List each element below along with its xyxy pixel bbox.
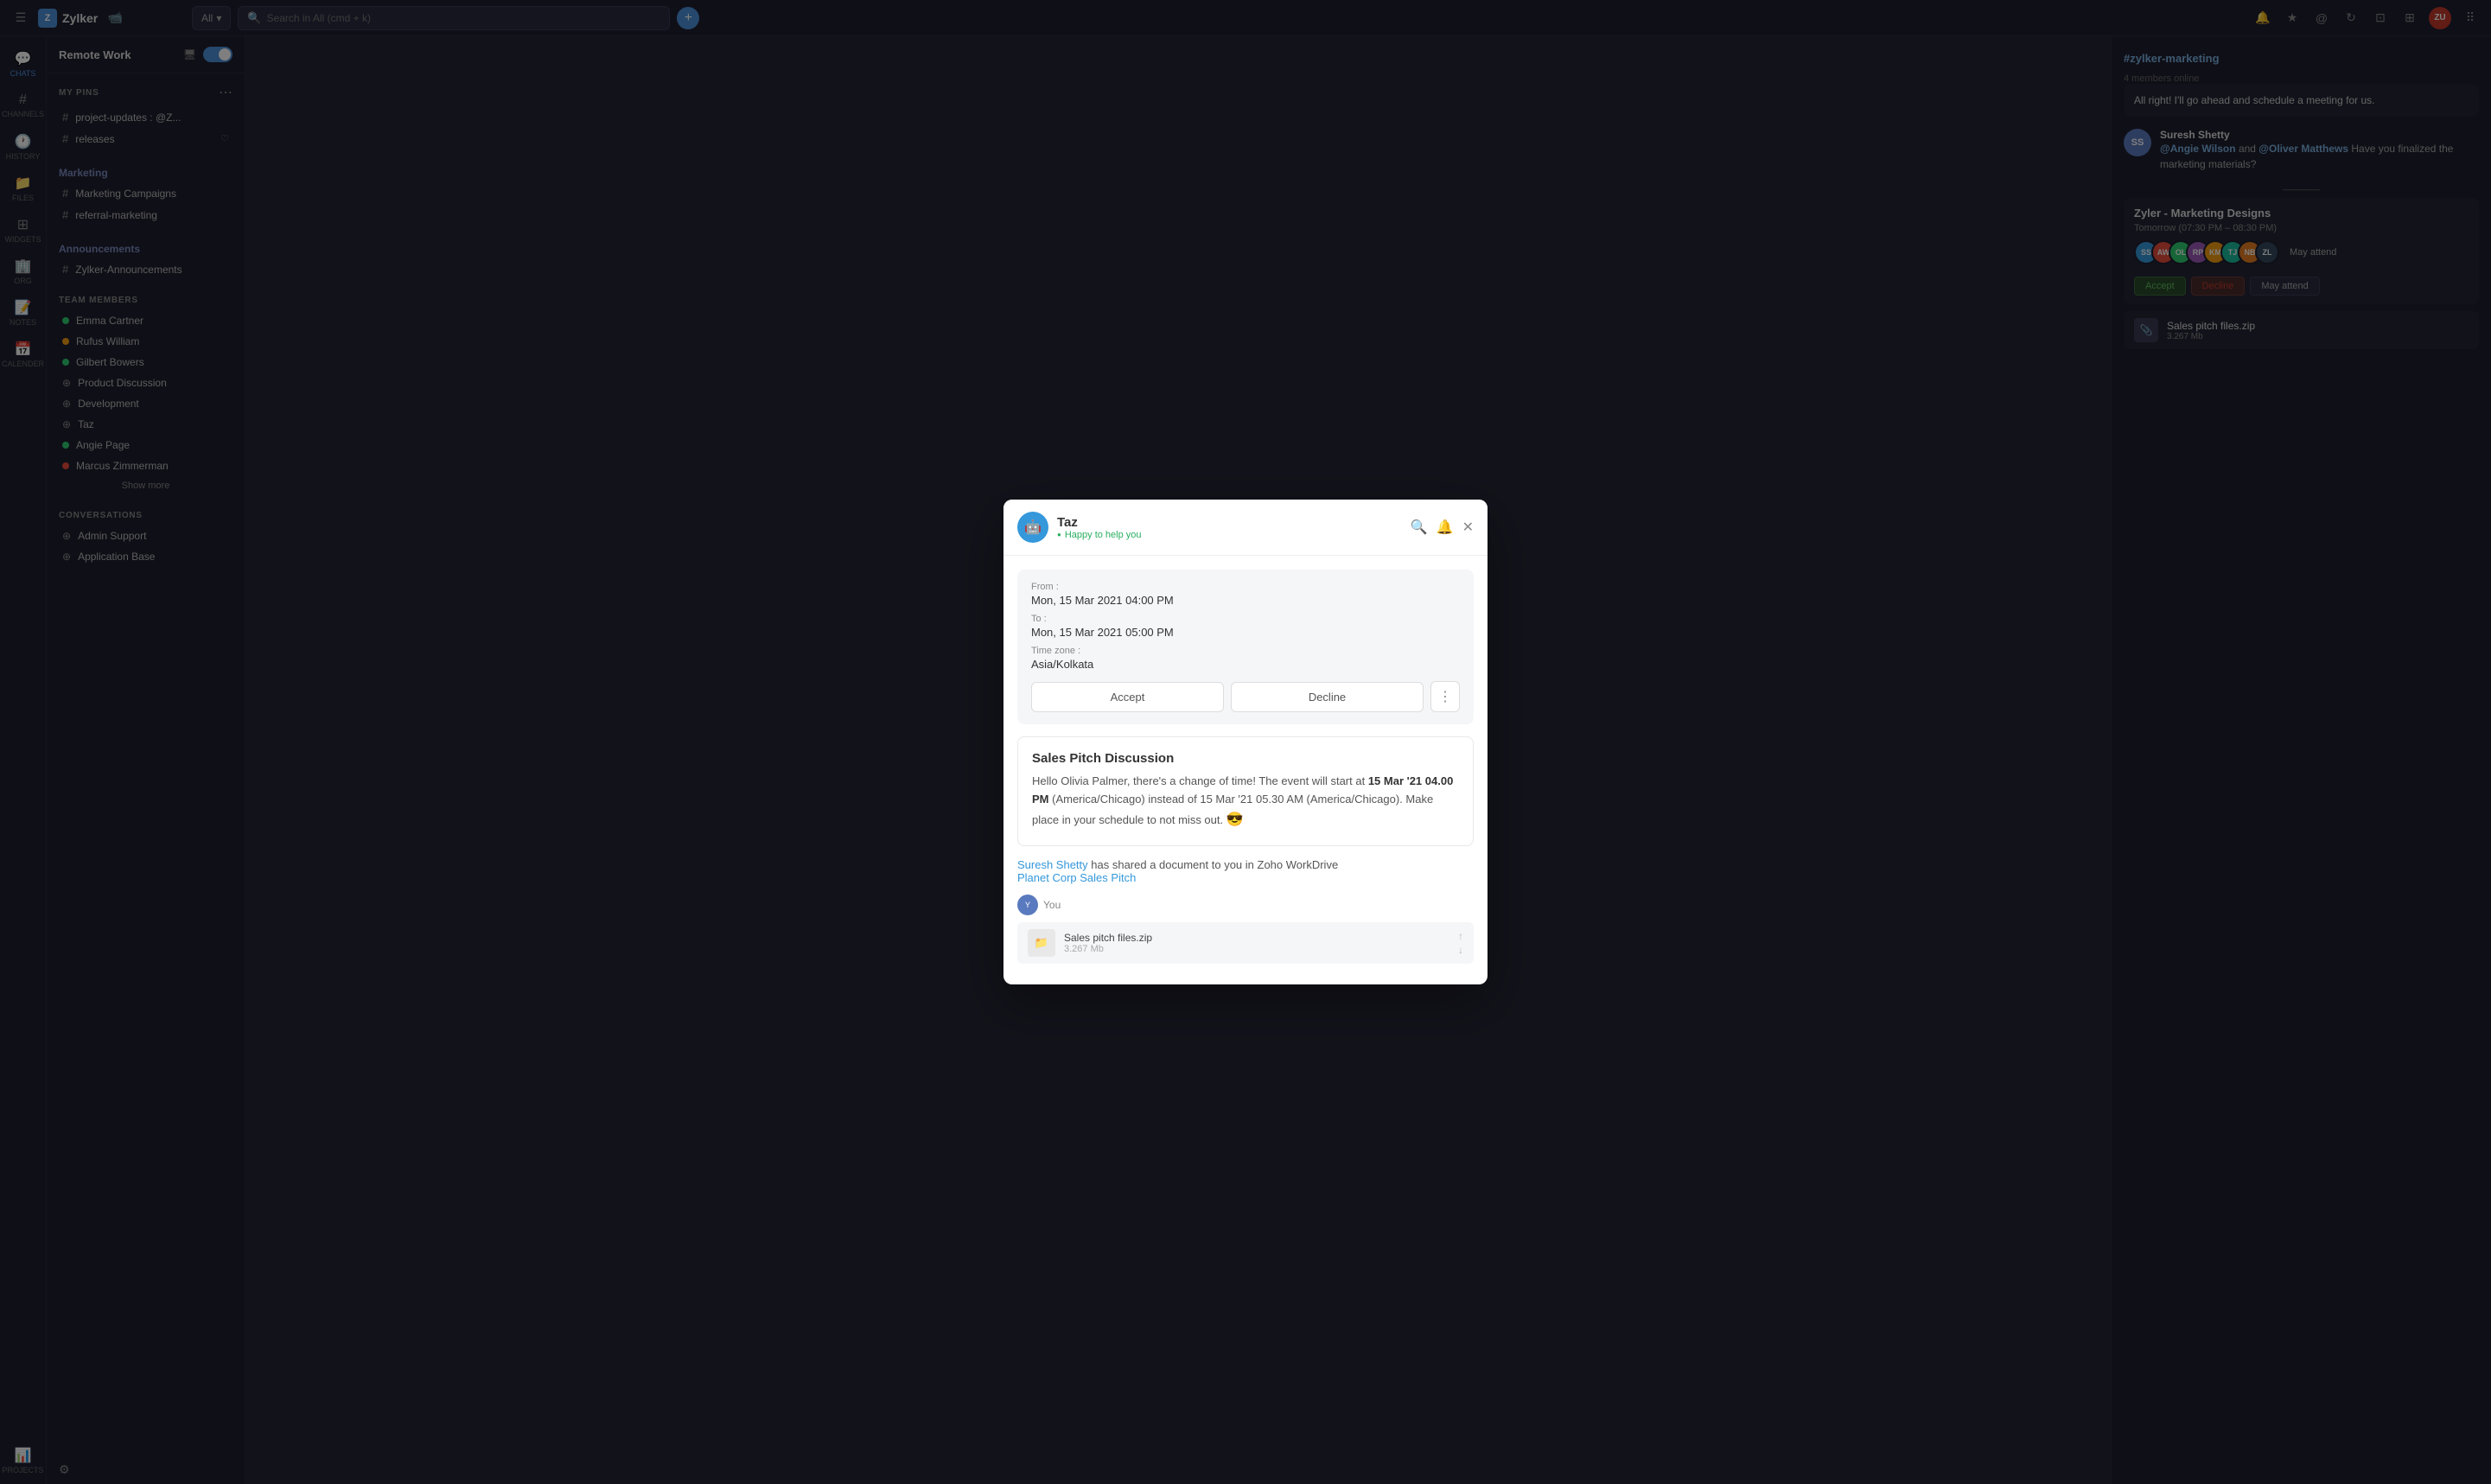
share-link[interactable]: Planet Corp Sales Pitch [1017, 871, 1474, 884]
meeting-to-label: To : [1031, 614, 1460, 624]
meeting-to-value: Mon, 15 Mar 2021 05:00 PM [1031, 626, 1460, 639]
file-attach-row: 📁 Sales pitch files.zip 3.267 Mb ↑ ↓ [1017, 922, 1474, 964]
meeting-card: From : Mon, 15 Mar 2021 04:00 PM To : Mo… [1017, 570, 1474, 724]
meeting-timezone-row: Time zone : Asia/Kolkata [1031, 646, 1460, 671]
file-attach-icon: 📁 [1028, 929, 1055, 957]
modal-more-btn[interactable]: ⋮ [1430, 681, 1460, 712]
pitch-text: Hello Olivia Palmer, there's a change of… [1032, 773, 1459, 831]
meeting-timezone-value: Asia/Kolkata [1031, 658, 1460, 671]
share-text: has shared a document to you in Zoho Wor… [1088, 858, 1339, 871]
bot-avatar: 🤖 [1017, 512, 1048, 543]
modal-file-size: 3.267 Mb [1064, 944, 1152, 954]
pitch-title: Sales Pitch Discussion [1032, 751, 1459, 766]
bot-status: Happy to help you [1057, 530, 1402, 540]
modal-title-group: Taz Happy to help you [1057, 515, 1402, 540]
modal-file-name: Sales pitch files.zip [1064, 932, 1152, 944]
share-section: Suresh Shetty has shared a document to y… [1017, 858, 1474, 884]
arrow-down-icon: ↓ [1458, 944, 1463, 956]
meeting-actions: Accept Decline ⋮ [1031, 681, 1460, 712]
file-arrows: ↑ ↓ [1458, 930, 1463, 956]
pitch-text-prefix: Hello Olivia Palmer, there's a change of… [1032, 774, 1368, 787]
you-row: Y You [1017, 895, 1474, 915]
meeting-from-row: From : Mon, 15 Mar 2021 04:00 PM [1031, 582, 1460, 607]
modal: 🤖 Taz Happy to help you 🔍 🔔 ✕ From : Mon… [1003, 500, 1488, 984]
meeting-from-label: From : [1031, 582, 1460, 592]
modal-search-icon[interactable]: 🔍 [1411, 519, 1428, 536]
modal-body: From : Mon, 15 Mar 2021 04:00 PM To : Mo… [1003, 556, 1488, 984]
pitch-emoji: 😎 [1226, 812, 1244, 827]
pitch-card: Sales Pitch Discussion Hello Olivia Palm… [1017, 736, 1474, 845]
share-user-name: Suresh Shetty [1017, 858, 1088, 871]
modal-close-icon[interactable]: ✕ [1462, 519, 1474, 536]
you-avatar: Y [1017, 895, 1038, 915]
modal-header-icons: 🔍 🔔 ✕ [1411, 519, 1474, 536]
meeting-from-value: Mon, 15 Mar 2021 04:00 PM [1031, 594, 1460, 607]
modal-header: 🤖 Taz Happy to help you 🔍 🔔 ✕ [1003, 500, 1488, 556]
bot-name: Taz [1057, 515, 1402, 530]
you-label: You [1043, 899, 1061, 911]
modal-decline-btn[interactable]: Decline [1231, 682, 1424, 712]
modal-overlay[interactable]: 🤖 Taz Happy to help you 🔍 🔔 ✕ From : Mon… [0, 0, 2491, 1484]
modal-bell-icon[interactable]: 🔔 [1437, 519, 1454, 536]
file-attach-info: Sales pitch files.zip 3.267 Mb [1064, 932, 1152, 954]
arrow-up-icon: ↑ [1458, 930, 1463, 942]
modal-accept-btn[interactable]: Accept [1031, 682, 1224, 712]
meeting-to-row: To : Mon, 15 Mar 2021 05:00 PM [1031, 614, 1460, 639]
meeting-timezone-label: Time zone : [1031, 646, 1460, 656]
